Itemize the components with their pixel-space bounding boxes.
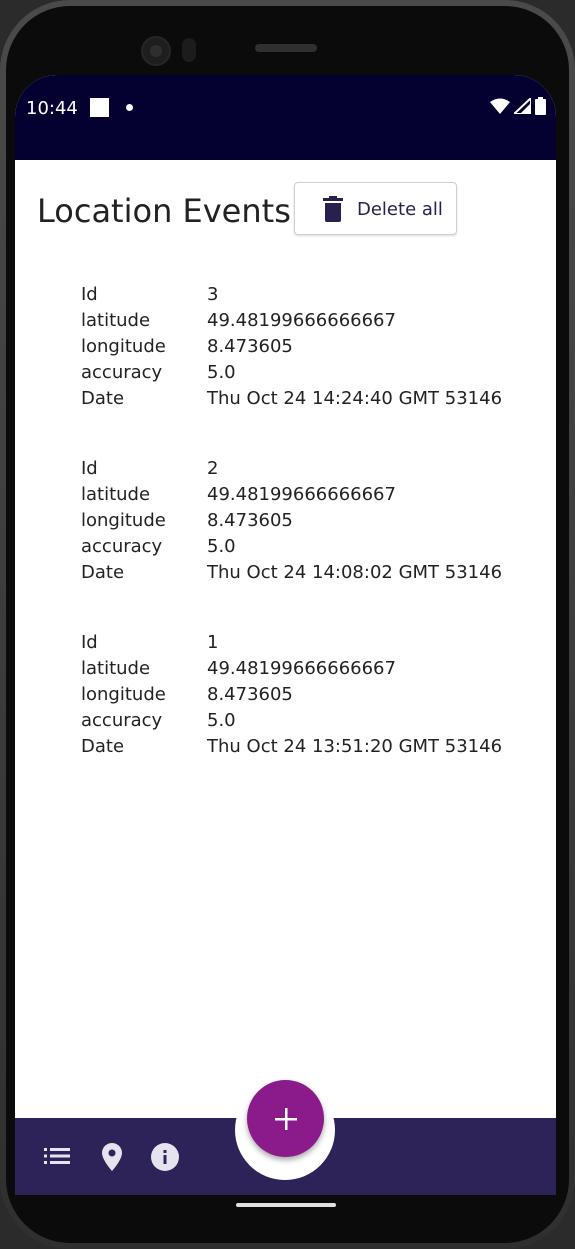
status-time: 10:44 — [26, 98, 78, 119]
field-value: 2 — [207, 458, 219, 479]
status-bar: 10:44 — [15, 75, 556, 160]
notification-square-icon — [90, 98, 109, 117]
field-row: latitude 49.48199666666667 — [81, 484, 541, 510]
page-title: Location Events — [37, 192, 291, 230]
field-row: accuracy 5.0 — [81, 710, 541, 736]
field-value: 5.0 — [207, 710, 236, 731]
event-card: Id 2 latitude 49.48199666666667 longitude 8… — [81, 458, 541, 588]
field-row: Id 1 — [81, 632, 541, 658]
earpiece-speaker — [255, 44, 317, 52]
field-key: longitude — [81, 336, 166, 357]
notification-dot-icon — [126, 104, 133, 111]
field-key: longitude — [81, 510, 166, 531]
field-key: accuracy — [81, 536, 163, 557]
status-icons — [490, 97, 546, 115]
list-icon[interactable] — [44, 1147, 70, 1165]
field-value: 5.0 — [207, 362, 236, 383]
field-row: Date Thu Oct 24 13:51:20 GMT 53146 — [81, 736, 541, 762]
field-key: Date — [81, 562, 125, 583]
field-row: Id 3 — [81, 284, 541, 310]
field-value: 3 — [207, 284, 219, 305]
field-value: 49.48199666666667 — [207, 658, 396, 679]
field-value: 49.48199666666667 — [207, 310, 396, 331]
plus-icon — [274, 1107, 297, 1130]
field-row: longitude 8.473605 — [81, 684, 541, 710]
field-row: longitude 8.473605 — [81, 510, 541, 536]
add-fab-button[interactable] — [247, 1080, 324, 1157]
field-key: latitude — [81, 310, 151, 331]
field-key: Id — [81, 458, 98, 479]
field-value: 49.48199666666667 — [207, 484, 396, 505]
field-row: Date Thu Oct 24 14:24:40 GMT 53146 — [81, 388, 541, 414]
wifi-icon — [490, 98, 510, 114]
field-row: longitude 8.473605 — [81, 336, 541, 362]
field-key: Id — [81, 632, 98, 653]
battery-icon — [535, 97, 546, 115]
field-value: Thu Oct 24 13:51:20 GMT 53146 — [207, 736, 503, 757]
field-key: latitude — [81, 484, 151, 505]
gesture-home-bar[interactable] — [236, 1203, 336, 1207]
field-row: latitude 49.48199666666667 — [81, 658, 541, 684]
front-camera — [141, 36, 171, 66]
location-pin-icon[interactable] — [102, 1143, 122, 1171]
field-value: 8.473605 — [207, 510, 293, 531]
field-key: Id — [81, 284, 98, 305]
trash-icon — [323, 196, 343, 222]
field-key: longitude — [81, 684, 166, 705]
field-key: accuracy — [81, 362, 163, 383]
info-icon[interactable] — [151, 1143, 179, 1171]
field-key: Date — [81, 388, 125, 409]
field-key: accuracy — [81, 710, 163, 731]
delete-all-label: Delete all — [357, 199, 443, 220]
event-card: Id 1 latitude 49.48199666666667 longitude 8… — [81, 632, 541, 762]
field-row: accuracy 5.0 — [81, 536, 541, 562]
screen: 10:44 Location Events Delete all Id 3 la… — [15, 75, 556, 1195]
cell-signal-icon — [514, 98, 531, 114]
field-row: Date Thu Oct 24 14:08:02 GMT 53146 — [81, 562, 541, 588]
field-value: 5.0 — [207, 536, 236, 557]
field-value: 8.473605 — [207, 336, 293, 357]
field-row: Id 2 — [81, 458, 541, 484]
phone-frame: 10:44 Location Events Delete all Id 3 la… — [0, 0, 575, 1249]
field-row: accuracy 5.0 — [81, 362, 541, 388]
field-value: 8.473605 — [207, 684, 293, 705]
field-value: Thu Oct 24 14:08:02 GMT 53146 — [207, 562, 503, 583]
field-value: 1 — [207, 632, 219, 653]
field-key: Date — [81, 736, 125, 757]
event-card: Id 3 latitude 49.48199666666667 longitude 8… — [81, 284, 541, 414]
field-row: latitude 49.48199666666667 — [81, 310, 541, 336]
field-value: Thu Oct 24 14:24:40 GMT 53146 — [207, 388, 503, 409]
proximity-sensor — [182, 38, 196, 62]
delete-all-button[interactable]: Delete all — [294, 182, 457, 235]
field-key: latitude — [81, 658, 151, 679]
